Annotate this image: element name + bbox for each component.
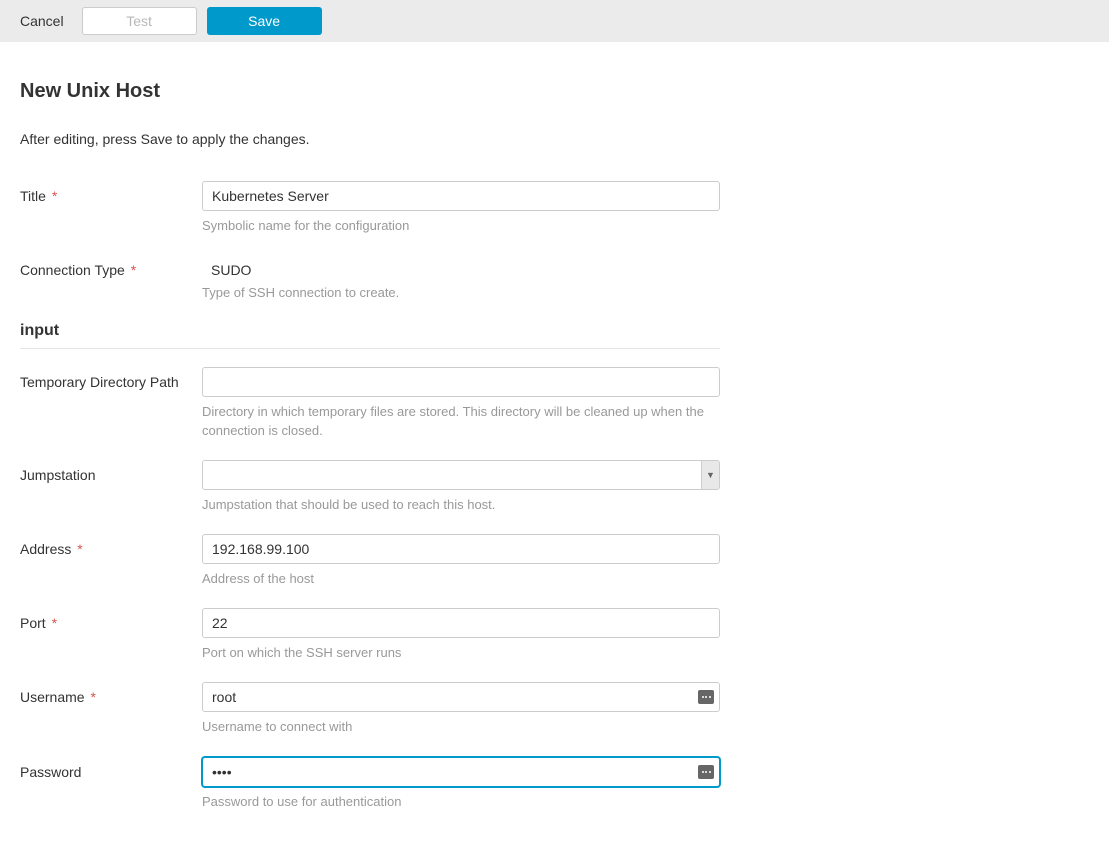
test-button[interactable]: Test xyxy=(82,7,197,35)
field-username: Username * Username to connect with xyxy=(20,682,720,736)
cancel-button[interactable]: Cancel xyxy=(20,13,64,29)
title-help: Symbolic name for the configuration xyxy=(202,217,720,235)
field-port: Port * Port on which the SSH server runs xyxy=(20,608,720,662)
password-help: Password to use for authentication xyxy=(202,793,720,811)
username-help: Username to connect with xyxy=(202,718,720,736)
field-title: Title * Symbolic name for the configurat… xyxy=(20,181,720,235)
field-connection-type: Connection Type * SUDO Type of SSH conne… xyxy=(20,255,720,302)
save-button[interactable]: Save xyxy=(207,7,322,35)
title-label: Title * xyxy=(20,181,202,204)
ellipsis-icon xyxy=(702,696,711,698)
connection-type-value: SUDO xyxy=(202,255,720,278)
connection-type-help: Type of SSH connection to create. xyxy=(202,284,720,302)
section-input-title: input xyxy=(20,322,720,340)
form-content: New Unix Host After editing, press Save … xyxy=(0,42,740,851)
topbar: Cancel Test Save xyxy=(0,0,1109,42)
page-title: New Unix Host xyxy=(20,80,720,103)
port-label: Port * xyxy=(20,608,202,631)
tmp-dir-label: Temporary Directory Path xyxy=(20,367,202,390)
username-label: Username * xyxy=(20,682,202,705)
caret-down-icon: ▼ xyxy=(706,470,715,480)
password-label: Password xyxy=(20,757,202,780)
field-address: Address * Address of the host xyxy=(20,534,720,588)
jumpstation-input[interactable] xyxy=(203,461,701,489)
field-password: Password Password to use for authenticat… xyxy=(20,757,720,811)
field-tmp-dir: Temporary Directory Path Directory in wh… xyxy=(20,367,720,439)
connection-type-label: Connection Type * xyxy=(20,255,202,278)
jumpstation-label: Jumpstation xyxy=(20,460,202,483)
address-help: Address of the host xyxy=(202,570,720,588)
required-mark: * xyxy=(87,689,96,705)
required-mark: * xyxy=(73,541,82,557)
field-jumpstation: Jumpstation ▼ Jumpstation that should be… xyxy=(20,460,720,514)
jumpstation-help: Jumpstation that should be used to reach… xyxy=(202,496,720,514)
intro-text: After editing, press Save to apply the c… xyxy=(20,131,720,147)
jumpstation-combo[interactable]: ▼ xyxy=(202,460,720,490)
username-options-button[interactable] xyxy=(698,690,714,704)
port-input[interactable] xyxy=(202,608,720,638)
required-mark: * xyxy=(48,615,57,631)
jumpstation-dropdown-button[interactable]: ▼ xyxy=(701,461,719,489)
tmp-dir-input[interactable] xyxy=(202,367,720,397)
address-input[interactable] xyxy=(202,534,720,564)
address-label: Address * xyxy=(20,534,202,557)
username-input[interactable] xyxy=(202,682,720,712)
title-input[interactable] xyxy=(202,181,720,211)
tmp-dir-help: Directory in which temporary files are s… xyxy=(202,403,720,439)
required-mark: * xyxy=(48,188,57,204)
password-input[interactable] xyxy=(202,757,720,787)
required-mark: * xyxy=(127,262,136,278)
section-separator xyxy=(20,348,720,349)
port-help: Port on which the SSH server runs xyxy=(202,644,720,662)
password-options-button[interactable] xyxy=(698,765,714,779)
